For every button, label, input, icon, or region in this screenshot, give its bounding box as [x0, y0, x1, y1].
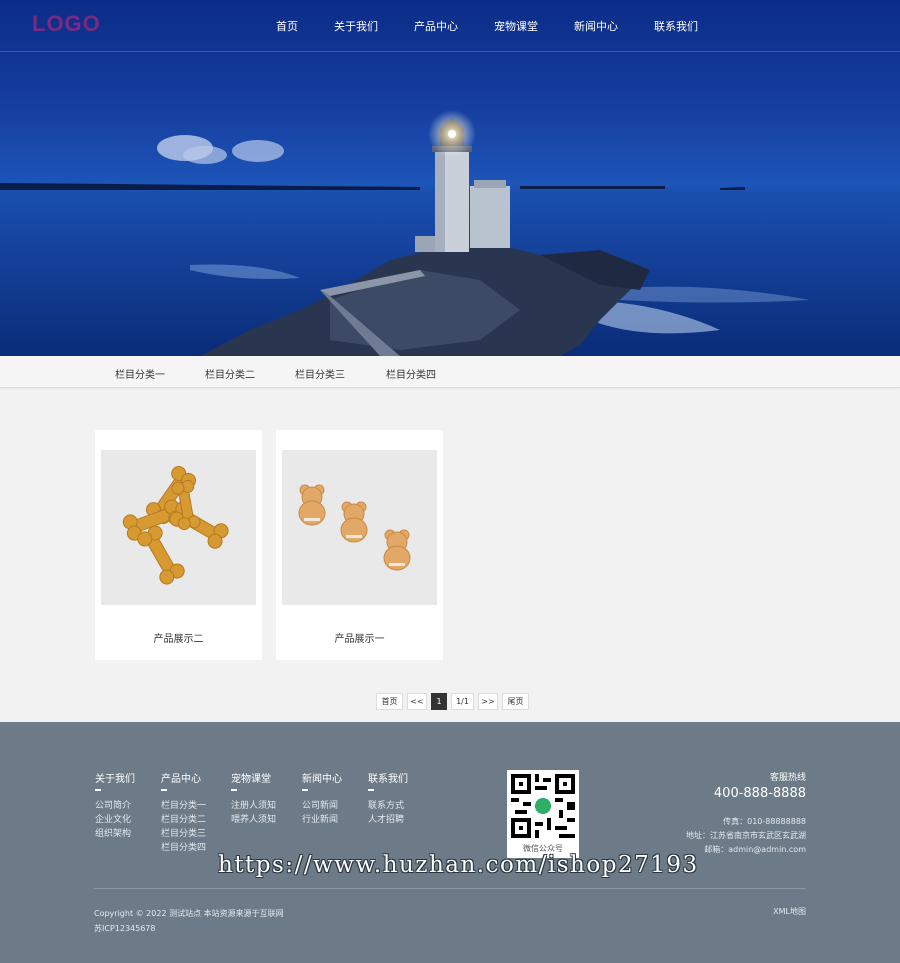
footer-link[interactable]: 栏目分类二	[161, 813, 206, 827]
heading-underline	[95, 789, 101, 791]
fax-text: 传真：010-88888888	[723, 817, 806, 826]
copyright-block: Copyright © 2022 测试站点 本站资源来源于互联网 苏ICP123…	[94, 906, 284, 936]
bone-biscuits-image	[122, 466, 229, 585]
footer-heading[interactable]: 产品中心	[161, 770, 206, 785]
page-prev-button[interactable]: <<	[407, 693, 427, 710]
product-card[interactable]: 产品展示二	[95, 430, 262, 660]
hero-banner: LOGO 首页 关于我们 产品中心 宠物课堂 新闻中心 联系我们	[0, 0, 900, 356]
hotline-label: 客服热线	[769, 773, 806, 783]
footer-column-pet-class: 宠物课堂 注册人须知 喂养人须知	[231, 770, 276, 827]
product-caption[interactable]: 产品展示一	[276, 630, 443, 645]
heading-underline	[231, 789, 237, 791]
footer-link[interactable]: 人才招聘	[368, 813, 408, 827]
footer-link[interactable]: 公司简介	[95, 799, 135, 813]
subnav-category-2[interactable]: 栏目分类二	[205, 366, 255, 381]
footer-link[interactable]: 栏目分类一	[161, 799, 206, 813]
wechat-qr-code: 微信公众号	[507, 770, 579, 858]
copyright-text: Copyright © 2022 测试站点 本站资源来源于互联网	[94, 909, 284, 918]
heading-underline	[161, 789, 167, 791]
heading-underline	[302, 789, 308, 791]
footer-link[interactable]: 栏目分类三	[161, 827, 206, 841]
watermark-url: https://www.huzhan.com/ishop27193	[218, 852, 699, 878]
page-current[interactable]: 1	[431, 693, 447, 710]
product-card[interactable]: 产品展示一	[276, 430, 443, 660]
footer-column-about: 关于我们 公司简介 企业文化 组织架构	[95, 770, 135, 841]
nav-pet-class[interactable]: 宠物课堂	[494, 18, 538, 34]
nav-products[interactable]: 产品中心	[414, 18, 458, 34]
subnav-category-3[interactable]: 栏目分类三	[295, 366, 345, 381]
footer-link[interactable]: 行业新闻	[302, 813, 342, 827]
footer-link[interactable]: 联系方式	[368, 799, 408, 813]
subnav-category-1[interactable]: 栏目分类一	[115, 366, 165, 381]
pagination: 首页 << 1 1/1 >> 尾页	[376, 693, 533, 710]
footer-link[interactable]: 注册人须知	[231, 799, 276, 813]
footer-heading[interactable]: 新闻中心	[302, 770, 342, 785]
heading-underline	[368, 789, 374, 791]
footer-column-news: 新闻中心 公司新闻 行业新闻	[302, 770, 342, 827]
footer-heading[interactable]: 联系我们	[368, 770, 408, 785]
footer-column-products: 产品中心 栏目分类一 栏目分类二 栏目分类三 栏目分类四	[161, 770, 206, 855]
footer-link[interactable]: 公司新闻	[302, 799, 342, 813]
bear-biscuits-image	[298, 484, 411, 571]
nav-about[interactable]: 关于我们	[334, 18, 378, 34]
page-next-button[interactable]: >>	[478, 693, 498, 710]
footer-heading[interactable]: 关于我们	[95, 770, 135, 785]
footer-contact-info: 客服热线 400-888-8888 传真：010-88888888 地址：江苏省…	[686, 770, 806, 857]
qr-code-icon	[511, 774, 575, 838]
footer-link[interactable]: 组织架构	[95, 827, 135, 841]
top-navigation-bar: LOGO 首页 关于我们 产品中心 宠物课堂 新闻中心 联系我们	[0, 0, 900, 52]
site-logo[interactable]: LOGO	[32, 11, 101, 37]
nav-contact[interactable]: 联系我们	[654, 18, 698, 34]
nav-news[interactable]: 新闻中心	[574, 18, 618, 34]
address-text: 地址：江苏省南京市玄武区玄武湖	[686, 831, 806, 840]
nav-home[interactable]: 首页	[276, 18, 298, 34]
product-image-bone-biscuits[interactable]	[101, 450, 256, 605]
page-first-button[interactable]: 首页	[376, 693, 403, 710]
product-image-bear-biscuits[interactable]	[282, 450, 437, 605]
email-text: 邮箱：admin@admin.com	[704, 845, 806, 854]
footer-divider	[94, 888, 806, 889]
hotline-number: 400-888-8888	[713, 786, 806, 801]
subnav-category-4[interactable]: 栏目分类四	[386, 366, 436, 381]
site-footer: 关于我们 公司简介 企业文化 组织架构 产品中心 栏目分类一 栏目分类二 栏目分…	[0, 722, 900, 963]
footer-link[interactable]: 企业文化	[95, 813, 135, 827]
footer-link[interactable]: 栏目分类四	[161, 841, 206, 855]
icp-link[interactable]: 苏ICP12345678	[94, 921, 284, 936]
lighthouse-scene	[0, 110, 900, 356]
page-last-button[interactable]: 尾页	[502, 693, 529, 710]
product-caption[interactable]: 产品展示二	[95, 630, 262, 645]
main-nav: 首页 关于我们 产品中心 宠物课堂 新闻中心 联系我们	[276, 18, 734, 34]
page-info: 1/1	[451, 693, 474, 710]
category-subnav: 栏目分类一 栏目分类二 栏目分类三 栏目分类四	[0, 356, 900, 388]
footer-heading[interactable]: 宠物课堂	[231, 770, 276, 785]
xml-sitemap-link[interactable]: XML地图	[773, 906, 806, 917]
footer-column-contact: 联系我们 联系方式 人才招聘	[368, 770, 408, 827]
footer-link[interactable]: 喂养人须知	[231, 813, 276, 827]
